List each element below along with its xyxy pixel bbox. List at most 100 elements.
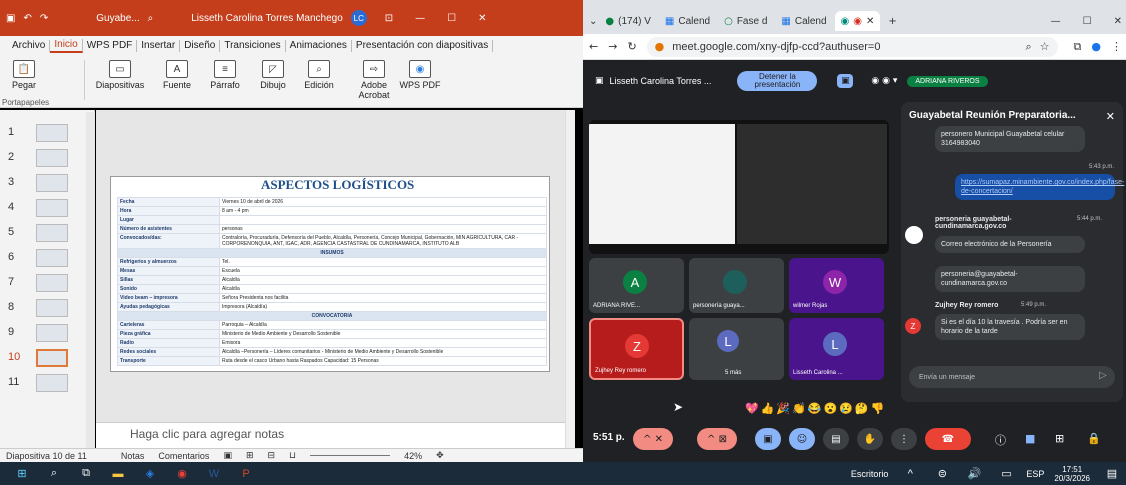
- fit-slide-icon[interactable]: ✥: [436, 451, 444, 461]
- search-icon[interactable]: ⌕: [148, 13, 154, 24]
- zoom-level[interactable]: 42%: [404, 451, 422, 461]
- close-chat-icon[interactable]: ✕: [1106, 110, 1115, 123]
- tab-insertar[interactable]: Insertar: [137, 40, 181, 52]
- fuente-button[interactable]: A Fuente: [152, 60, 202, 90]
- reading-view-icon[interactable]: ⊟: [268, 451, 276, 461]
- tab-list-icon[interactable]: ⌄: [589, 16, 597, 27]
- participant-tile-4[interactable]: Z Zujhey Rey romero: [589, 318, 684, 380]
- tab-close-icon[interactable]: ✕: [866, 16, 874, 27]
- undo-icon[interactable]: ↶: [23, 13, 31, 24]
- slideshow-icon[interactable]: ⊔: [289, 451, 296, 461]
- edicion-button[interactable]: ⌕ Edición: [294, 60, 344, 90]
- search-icon[interactable]: ⌕: [44, 466, 64, 482]
- camera-button[interactable]: ^ ⊠: [697, 428, 737, 450]
- notes-pane[interactable]: Haga clic para agregar notas: [96, 422, 573, 448]
- view-icon[interactable]: ◉ ◉ ▾: [871, 76, 897, 86]
- tab-meet[interactable]: ◉ ◉ ✕: [834, 11, 881, 31]
- info-icon[interactable]: ⓘ: [995, 432, 1006, 448]
- screen-share-tile[interactable]: [589, 120, 889, 254]
- clock[interactable]: 17:51 20/3/2026: [1054, 465, 1090, 483]
- zoom-icon[interactable]: ⌕: [1025, 40, 1031, 54]
- dibujo-button[interactable]: ◸ Dibujo: [248, 60, 298, 90]
- tab-calendar-2[interactable]: ▦ Calend: [775, 11, 832, 31]
- slide-sorter-icon[interactable]: ⊞: [246, 451, 254, 461]
- captions-button[interactable]: ▤: [823, 428, 849, 450]
- thumb-9[interactable]: 9: [0, 322, 90, 344]
- windows-start-icon[interactable]: ⊞: [12, 466, 32, 482]
- reactions-button[interactable]: ☺: [789, 428, 815, 450]
- tab-calendar-1[interactable]: ▦ Calend: [659, 11, 716, 31]
- extensions-icon[interactable]: ⧉: [1074, 40, 1082, 54]
- participant-tile-2[interactable]: personería guaya...: [689, 258, 784, 313]
- minimize-icon[interactable]: —: [1051, 16, 1061, 27]
- tab-fase[interactable]: ○ Fase d: [718, 11, 773, 31]
- normal-view-icon[interactable]: ▣: [223, 451, 232, 461]
- send-icon[interactable]: ▷: [1099, 370, 1107, 381]
- thumb-2[interactable]: 2: [0, 147, 90, 169]
- chrome-menu-icon[interactable]: ⋮: [1111, 40, 1122, 53]
- redo-icon[interactable]: ↷: [40, 13, 48, 24]
- leave-call-button[interactable]: ☎: [925, 428, 971, 450]
- participant-tile-6[interactable]: L Lisseth Carolina ...: [789, 318, 884, 380]
- parrafo-button[interactable]: ≡ Párrafo: [200, 60, 250, 90]
- thumb-4[interactable]: 4: [0, 197, 90, 219]
- tab-youtube[interactable]: ● (174) V: [599, 11, 657, 31]
- minimize-icon[interactable]: —: [415, 13, 425, 24]
- thumb-7[interactable]: 7: [0, 272, 90, 294]
- notes-button[interactable]: Notas: [121, 451, 145, 461]
- close-icon[interactable]: ✕: [1114, 16, 1122, 27]
- reload-icon[interactable]: ↻: [627, 40, 636, 53]
- close-icon[interactable]: ✕: [478, 13, 486, 24]
- thumb-3[interactable]: 3: [0, 172, 90, 194]
- zoom-slider[interactable]: [310, 455, 391, 456]
- raise-hand-button[interactable]: ✋: [857, 428, 883, 450]
- present-button[interactable]: ▣: [755, 428, 781, 450]
- logistics-table[interactable]: Fecha Viernes 10 de abril de 2026 Hora 8 am…: [117, 197, 547, 366]
- comments-button[interactable]: Comentarios: [158, 451, 209, 461]
- chat-input[interactable]: Envía un mensaje: [909, 366, 1115, 388]
- back-icon[interactable]: ←: [589, 40, 598, 53]
- desktop-label[interactable]: Escritorio: [851, 469, 889, 479]
- screen-share-icon[interactable]: ▣: [837, 74, 854, 88]
- thumb-1[interactable]: 1: [0, 122, 90, 144]
- tab-presentacion[interactable]: Presentación con diapositivas: [352, 40, 494, 52]
- language-indicator[interactable]: ESP: [1026, 469, 1044, 479]
- powerpoint-icon[interactable]: P: [236, 466, 256, 482]
- ribbon-display-icon[interactable]: ⊡: [385, 13, 393, 24]
- thumb-10[interactable]: 10: [0, 347, 90, 369]
- url-field[interactable]: ● meet.google.com/xny-djfp-ccd?authuser=…: [646, 36, 1058, 57]
- word-icon[interactable]: W: [204, 466, 224, 482]
- profile-icon[interactable]: ●: [1091, 40, 1101, 53]
- chevron-up-icon[interactable]: ^: [900, 466, 920, 482]
- pegar-button[interactable]: 📋 Pegar: [4, 60, 44, 90]
- task-view-icon[interactable]: ⧉: [76, 466, 96, 482]
- tab-inicio[interactable]: Inicio: [50, 39, 83, 53]
- tab-wps-pdf[interactable]: WPS PDF: [83, 40, 138, 52]
- editor-scrollbar[interactable]: [565, 110, 575, 448]
- participant-tile-1[interactable]: A ADRIANA RIVE...: [589, 258, 684, 313]
- new-tab-icon[interactable]: +: [888, 16, 896, 27]
- thumb-6[interactable]: 6: [0, 247, 90, 269]
- stop-presenting-button[interactable]: Detener la presentación: [737, 71, 818, 91]
- thumbnails-scrollbar[interactable]: [86, 112, 95, 448]
- app-menu-icon[interactable]: ▣: [6, 13, 15, 24]
- file-explorer-icon[interactable]: ▬: [108, 466, 128, 482]
- participant-tile-3[interactable]: W wilmer Rojas: [789, 258, 884, 313]
- user-avatar[interactable]: LC: [350, 10, 367, 26]
- battery-icon[interactable]: ▭: [996, 466, 1016, 482]
- store-icon[interactable]: ◈: [140, 466, 160, 482]
- bookmark-star-icon[interactable]: ☆: [1040, 40, 1050, 53]
- more-options-button[interactable]: ⋮: [891, 428, 917, 450]
- thumb-8[interactable]: 8: [0, 297, 90, 319]
- chat-link[interactable]: https://sumapaz.minambiente.gov.co/index…: [955, 174, 1124, 200]
- host-controls-icon[interactable]: 🔒: [1087, 432, 1101, 445]
- notifications-icon[interactable]: ▤: [1102, 466, 1122, 482]
- wps-pdf-button[interactable]: ◉ WPS PDF: [392, 60, 448, 90]
- thumb-11[interactable]: 11: [0, 372, 90, 394]
- volume-icon[interactable]: 🔊: [964, 466, 984, 482]
- chat-icon[interactable]: ■: [1025, 432, 1035, 445]
- tab-animaciones[interactable]: Animaciones: [286, 40, 352, 52]
- tab-transiciones[interactable]: Transiciones: [220, 40, 286, 52]
- maximize-icon[interactable]: ☐: [1083, 16, 1092, 27]
- activities-icon[interactable]: ⊞: [1055, 432, 1064, 445]
